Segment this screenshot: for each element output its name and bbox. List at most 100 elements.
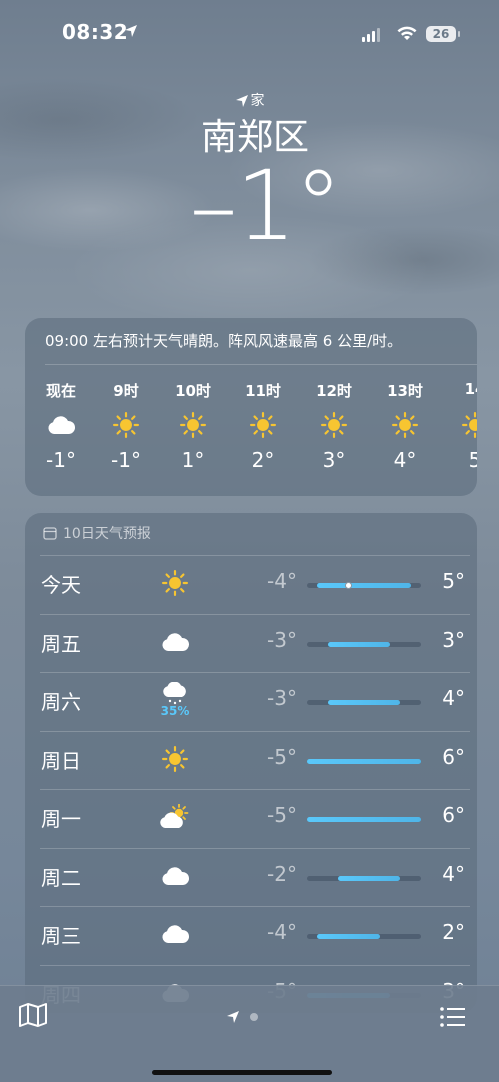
sun-icon [155, 739, 195, 779]
temperature-range-fill [317, 583, 411, 588]
home-location-label: 家 [0, 90, 499, 110]
hour-label: 14 [464, 380, 477, 398]
temperature-range-bar [307, 875, 421, 881]
hourly-item: 9时 -1° [101, 380, 151, 472]
hour-temperature: -1° [111, 448, 141, 472]
high-temperature: 4° [442, 861, 465, 886]
day-row[interactable]: 周日 -5° 6° [25, 730, 477, 789]
map-icon[interactable] [18, 1002, 48, 1028]
day-row[interactable]: 周二 -2° 4° [25, 847, 477, 906]
temperature-range-fill [317, 934, 380, 939]
temperature-range-bar [307, 758, 421, 764]
precipitation-chance: 35% [160, 704, 190, 718]
hourly-item: 13时 4° [380, 380, 430, 472]
sun-icon [309, 402, 359, 448]
location-arrow-icon [235, 95, 248, 107]
calendar-icon [43, 527, 57, 540]
day-row[interactable]: 周五 -3° 3° [25, 613, 477, 672]
page-dot[interactable] [250, 1013, 258, 1021]
day-row[interactable]: 今天 -4° 5° [25, 555, 477, 613]
bottom-toolbar [0, 985, 499, 1082]
cloud-snow-icon: 35% [155, 680, 195, 720]
temperature-range-fill [307, 758, 421, 764]
hour-label: 9时 [113, 382, 139, 400]
high-temperature: 5° [442, 569, 465, 593]
sun-icon [450, 402, 477, 448]
home-indicator[interactable] [152, 1070, 332, 1075]
hour-temperature: 1° [181, 448, 205, 472]
cellular-signal-icon [362, 28, 380, 42]
temperature-range-bar [307, 934, 421, 939]
temperature-range-fill [307, 817, 421, 822]
day-label: 周三 [41, 924, 81, 948]
hourly-item: 现在 -1° [36, 380, 86, 472]
hourly-forecast-card[interactable]: 09:00 左右预计天气晴朗。阵风风速最高 6 公里/时。 现在 -1° 9时 … [25, 318, 477, 496]
hour-label: 13时 [387, 382, 423, 400]
hour-label: 10时 [175, 382, 211, 400]
low-temperature: -5° [267, 803, 297, 827]
day-row[interactable]: 周六 35% -3° 4° [25, 672, 477, 730]
low-temperature: -4° [267, 569, 297, 593]
day-label: 今天 [41, 573, 81, 597]
ten-day-title: 10日天气预报 [63, 526, 151, 542]
hourly-item: 11时 2° [238, 380, 288, 472]
low-temperature: -5° [267, 744, 297, 769]
temperature-range-bar [307, 700, 421, 705]
status-bar: 08:32 26 [0, 0, 499, 60]
temperature-range-bar [307, 582, 421, 589]
high-temperature: 6° [442, 744, 465, 769]
hour-temperature: 5 [468, 448, 477, 472]
hour-label: 11时 [245, 382, 281, 400]
low-temperature: -3° [267, 686, 297, 710]
hour-temperature: 2° [251, 448, 275, 472]
divider [40, 906, 470, 907]
list-icon[interactable] [440, 1006, 466, 1028]
sun-icon [155, 563, 195, 603]
divider [40, 789, 470, 790]
sun-icon [101, 402, 151, 448]
divider [40, 847, 470, 849]
ten-day-header: 10日天气预报 [43, 523, 151, 543]
status-time: 08:32 [62, 20, 129, 44]
temperature-range-fill [338, 875, 401, 881]
divider [40, 613, 470, 615]
cloud-icon [36, 402, 86, 448]
day-label: 周六 [41, 690, 81, 714]
battery-tip [458, 31, 460, 37]
sun-icon [238, 402, 288, 448]
page-indicator[interactable] [226, 1010, 258, 1024]
location-arrow-icon [227, 1011, 239, 1023]
hourly-item: 12时 3° [309, 380, 359, 472]
divider [40, 730, 470, 732]
low-temperature: -4° [267, 920, 297, 944]
hour-temperature: -1° [46, 448, 76, 472]
high-temperature: 2° [442, 920, 465, 944]
low-temperature: -3° [267, 627, 297, 652]
divider [45, 364, 477, 365]
day-label: 周日 [41, 748, 81, 773]
battery-indicator: 26 [426, 26, 456, 42]
hourly-summary: 09:00 左右预计天气晴朗。阵风风速最高 6 公里/时。 [45, 332, 403, 350]
hourly-item: 14 5 [450, 380, 477, 472]
partly-cloudy-icon [155, 797, 195, 837]
current-temp-marker [344, 582, 352, 589]
home-label: 家 [250, 93, 265, 109]
temperature-range-bar [307, 641, 421, 647]
current-temperature: –1° [189, 150, 342, 262]
ten-day-forecast-card[interactable]: 10日天气预报 今天 -4° 5° 周五 -3° 3° 周六 35% -3° 4… [25, 513, 477, 1013]
wifi-icon [397, 26, 417, 40]
day-label: 周二 [41, 865, 81, 890]
cloud-icon [155, 856, 195, 896]
divider [40, 964, 470, 966]
location-arrow-icon [125, 25, 137, 37]
day-label: 周一 [41, 807, 81, 831]
day-label: 周五 [41, 631, 81, 656]
temperature-range-fill [327, 700, 401, 705]
sun-icon [380, 402, 430, 448]
hour-label: 现在 [45, 382, 76, 400]
hour-temperature: 4° [393, 448, 417, 472]
hour-temperature: 3° [322, 448, 346, 472]
sun-icon [168, 402, 218, 448]
day-row[interactable]: 周一 -5° 6° [25, 789, 477, 847]
day-row[interactable]: 周三 -4° 2° [25, 906, 477, 964]
